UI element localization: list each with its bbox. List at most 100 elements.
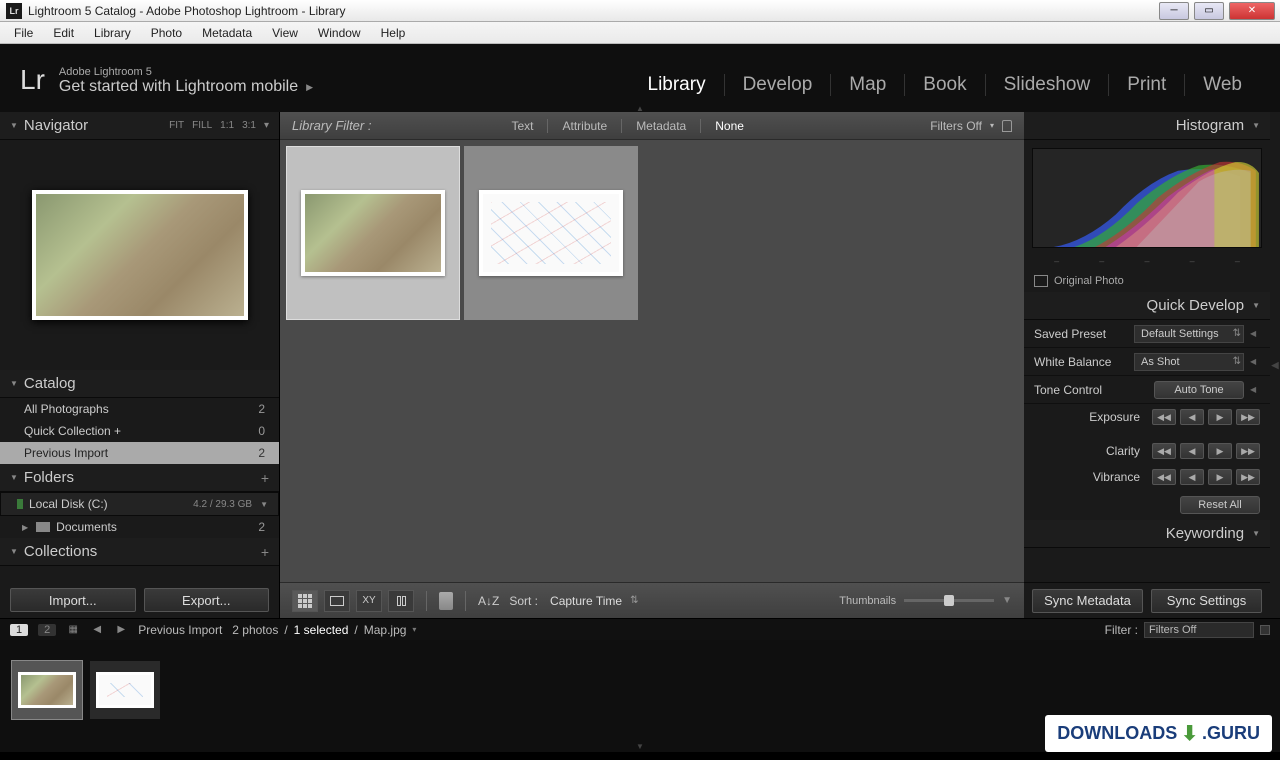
grid-mode-icon[interactable]: ▦ [66,623,80,637]
module-web[interactable]: Web [1184,74,1260,96]
module-develop[interactable]: Develop [724,74,831,96]
app-tagline[interactable]: Get started with Lightroom mobile [59,78,313,96]
disk-row[interactable]: Local Disk (C:) 4.2 / 29.3 GB ▼ [0,492,279,516]
menu-photo[interactable]: Photo [141,26,192,40]
exposure-inc-large[interactable]: ▶▶ [1236,409,1260,425]
clarity-dec[interactable]: ◀ [1180,443,1204,459]
filter-tab-text[interactable]: Text [511,119,533,133]
window-close-button[interactable]: ✕ [1229,2,1275,20]
filter-tab-metadata[interactable]: Metadata [621,119,686,133]
filter-lock-icon[interactable] [1002,120,1012,132]
menu-view[interactable]: View [262,26,308,40]
zoom-dropdown-icon[interactable]: ▾ [264,120,269,131]
painter-tool-icon[interactable] [439,592,453,610]
catalog-quick-collection[interactable]: Quick Collection + 0 [0,420,279,442]
navigator-preview-image[interactable] [32,190,248,320]
tone-expand-icon[interactable]: ◀ [1250,385,1260,394]
zoom-3to1[interactable]: 3:1 [242,120,256,131]
auto-tone-button[interactable]: Auto Tone [1154,381,1244,399]
watermark-text2: .GURU [1202,723,1260,744]
view-grid-button[interactable] [292,590,318,612]
reset-all-button[interactable]: Reset All [1180,496,1260,514]
wb-dropdown[interactable]: As Shot [1134,353,1244,371]
sort-az-icon[interactable]: A↓Z [478,594,499,608]
original-photo-toggle[interactable]: Original Photo [1024,270,1270,292]
collections-header[interactable]: Collections + [0,538,279,566]
vibrance-inc-large[interactable]: ▶▶ [1236,469,1260,485]
filename-dropdown-icon[interactable]: ▾ [412,625,416,634]
breadcrumb-source[interactable]: Previous Import [138,623,222,637]
toolbar-menu-icon[interactable]: ▼ [1002,595,1012,606]
clarity-inc-large[interactable]: ▶▶ [1236,443,1260,459]
view-loupe-button[interactable] [324,590,350,612]
wb-expand-icon[interactable]: ◀ [1250,357,1260,366]
catalog-previous-import[interactable]: Previous Import 2 [0,442,279,464]
thumbnail-size-slider[interactable] [904,599,994,602]
view-survey-button[interactable] [388,590,414,612]
keywording-header[interactable]: Keywording [1024,520,1270,548]
exposure-dec-large[interactable]: ◀◀ [1152,409,1176,425]
nav-forward-icon[interactable]: ▶ [114,623,128,637]
folder-documents[interactable]: Documents 2 [0,516,279,538]
zoom-fill[interactable]: FILL [192,120,212,131]
module-book[interactable]: Book [904,74,984,96]
navigator-header[interactable]: Navigator FIT FILL 1:1 3:1 ▾ [0,112,279,140]
filmstrip-thumb-1[interactable] [12,661,82,719]
sort-dropdown[interactable]: Capture Time [544,592,644,610]
preset-expand-icon[interactable]: ◀ [1250,329,1260,338]
menu-metadata[interactable]: Metadata [192,26,262,40]
sync-metadata-button[interactable]: Sync Metadata [1032,589,1143,613]
add-folder-icon[interactable]: + [261,470,269,486]
filter-tab-none[interactable]: None [700,119,744,133]
zoom-fit[interactable]: FIT [169,120,184,131]
secondary-display-badge[interactable]: 2 [38,624,56,636]
filter-lock-icon[interactable] [1260,625,1270,635]
exposure-inc[interactable]: ▶ [1208,409,1232,425]
module-map[interactable]: Map [830,74,904,96]
status-filter-dropdown[interactable]: Filters Off [1144,622,1254,638]
module-print[interactable]: Print [1108,74,1184,96]
histogram-header[interactable]: Histogram [1024,112,1270,140]
primary-display-badge[interactable]: 1 [10,624,28,636]
zoom-1to1[interactable]: 1:1 [220,120,234,131]
thumbnail-1[interactable] [286,146,460,320]
nav-back-icon[interactable]: ◀ [90,623,104,637]
right-panel-collapse[interactable]: ▶ [1270,112,1280,618]
thumbnail-2[interactable] [464,146,638,320]
filters-off-label[interactable]: Filters Off [930,119,982,133]
add-collection-icon[interactable]: + [261,544,269,560]
toolbar-separator [465,591,466,611]
disk-capacity: 4.2 / 29.3 GB [193,499,252,510]
clarity-inc[interactable]: ▶ [1208,443,1232,459]
view-compare-button[interactable]: XY [356,590,382,612]
filter-dropdown-icon[interactable]: ▾ [990,121,994,130]
filmstrip-thumb-2[interactable] [90,661,160,719]
window-minimize-button[interactable]: ─ [1159,2,1189,20]
module-library[interactable]: Library [630,74,724,96]
menu-file[interactable]: File [4,26,43,40]
module-slideshow[interactable]: Slideshow [985,74,1109,96]
vibrance-dec[interactable]: ◀ [1180,469,1204,485]
grid-view[interactable] [280,140,1024,582]
preset-dropdown[interactable]: Default Settings [1134,325,1244,343]
disk-dropdown-icon[interactable]: ▼ [260,500,268,509]
import-button[interactable]: Import... [10,588,136,612]
sync-settings-button[interactable]: Sync Settings [1151,589,1262,613]
clarity-dec-large[interactable]: ◀◀ [1152,443,1176,459]
top-panel-collapse[interactable]: ▲ [0,104,1280,112]
vibrance-dec-large[interactable]: ◀◀ [1152,469,1176,485]
folders-header[interactable]: Folders + [0,464,279,492]
menu-help[interactable]: Help [371,26,416,40]
menu-library[interactable]: Library [84,26,141,40]
window-maximize-button[interactable]: ▭ [1194,2,1224,20]
catalog-all-photos[interactable]: All Photographs 2 [0,398,279,420]
export-button[interactable]: Export... [144,588,270,612]
vibrance-inc[interactable]: ▶ [1208,469,1232,485]
menu-edit[interactable]: Edit [43,26,84,40]
exposure-dec[interactable]: ◀ [1180,409,1204,425]
histogram-chart[interactable] [1032,148,1262,248]
filter-tab-attribute[interactable]: Attribute [547,119,607,133]
quickdev-header[interactable]: Quick Develop [1024,292,1270,320]
menu-window[interactable]: Window [308,26,371,40]
catalog-header[interactable]: Catalog [0,370,279,398]
